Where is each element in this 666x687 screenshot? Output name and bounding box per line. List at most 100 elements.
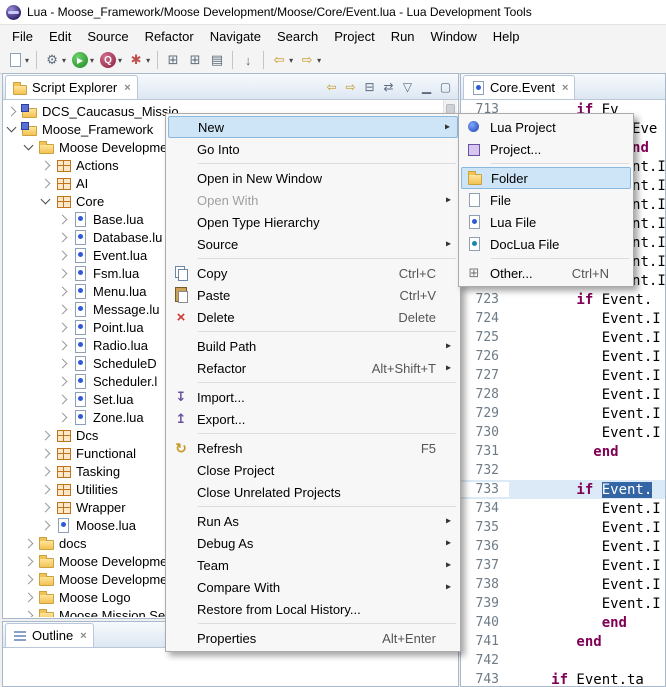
line-number[interactable]: 737 bbox=[461, 558, 509, 573]
expand-arrow-icon[interactable] bbox=[41, 160, 51, 170]
line-number[interactable]: 739 bbox=[461, 596, 509, 611]
line-number[interactable]: 730 bbox=[461, 425, 509, 440]
dropdown-arrow-icon[interactable]: ▾ bbox=[317, 56, 321, 65]
expand-arrow-icon[interactable] bbox=[58, 232, 68, 242]
back-button[interactable]: ⇦▾ bbox=[268, 49, 296, 71]
expand-arrow-icon[interactable] bbox=[58, 214, 68, 224]
expand-arrow-icon[interactable] bbox=[58, 268, 68, 278]
profile-button[interactable]: Q▾ bbox=[97, 49, 125, 71]
expand-arrow-icon[interactable] bbox=[41, 484, 51, 494]
context-menu-item-source[interactable]: Source▸ bbox=[168, 233, 458, 255]
context-menu-item-copy[interactable]: CopyCtrl+C bbox=[168, 262, 458, 284]
line-number[interactable]: 736 bbox=[461, 539, 509, 554]
mark-occurrences-button[interactable]: ▤ bbox=[206, 49, 228, 71]
back-button[interactable]: ⇦ bbox=[322, 78, 341, 96]
expand-arrow-icon[interactable] bbox=[24, 141, 34, 151]
context-menu-item-build-path[interactable]: Build Path▸ bbox=[168, 335, 458, 357]
expand-arrow-icon[interactable] bbox=[7, 106, 17, 116]
line-number[interactable]: 735 bbox=[461, 520, 509, 535]
open-resource-button[interactable]: ⊞ bbox=[184, 49, 206, 71]
expand-arrow-icon[interactable] bbox=[58, 376, 68, 386]
maximize-button[interactable]: ▢ bbox=[436, 78, 455, 96]
context-menu-item-compare-with[interactable]: Compare With▸ bbox=[168, 576, 458, 598]
expand-arrow-icon[interactable] bbox=[24, 556, 34, 566]
context-menu-item-restore-from-local-history[interactable]: Restore from Local History... bbox=[168, 598, 458, 620]
new-submenu-item-folder[interactable]: Folder bbox=[461, 167, 631, 189]
context-menu-item-export[interactable]: Export... bbox=[168, 408, 458, 430]
expand-arrow-icon[interactable] bbox=[41, 178, 51, 188]
line-number[interactable]: 738 bbox=[461, 577, 509, 592]
expand-arrow-icon[interactable] bbox=[58, 304, 68, 314]
line-number[interactable]: 740 bbox=[461, 615, 509, 630]
close-icon[interactable]: × bbox=[562, 82, 568, 94]
line-number[interactable]: 724 bbox=[461, 311, 509, 326]
expand-arrow-icon[interactable] bbox=[41, 466, 51, 476]
new-submenu-item-project[interactable]: Project... bbox=[461, 138, 631, 160]
context-menu-item-go-into[interactable]: Go Into bbox=[168, 138, 458, 160]
menu-search[interactable]: Search bbox=[269, 27, 326, 46]
minimize-button[interactable]: ▁ bbox=[417, 78, 436, 96]
line-number[interactable]: 733 bbox=[461, 482, 509, 497]
expand-arrow-icon[interactable] bbox=[7, 123, 17, 133]
menu-edit[interactable]: Edit bbox=[41, 27, 79, 46]
collapse-all-button[interactable]: ⊟ bbox=[360, 78, 379, 96]
link-with-editor-button[interactable]: ⇄ bbox=[379, 78, 398, 96]
context-menu-item-delete[interactable]: DeleteDelete bbox=[168, 306, 458, 328]
close-icon[interactable]: × bbox=[80, 630, 86, 642]
expand-arrow-icon[interactable] bbox=[58, 322, 68, 332]
title-bar[interactable]: Lua - Moose_Framework/Moose Development/… bbox=[0, 0, 666, 25]
close-icon[interactable]: × bbox=[124, 82, 130, 94]
menu-window[interactable]: Window bbox=[423, 27, 485, 46]
context-menu-item-refactor[interactable]: RefactorAlt+Shift+T▸ bbox=[168, 357, 458, 379]
expand-arrow-icon[interactable] bbox=[24, 592, 34, 602]
menu-navigate[interactable]: Navigate bbox=[202, 27, 269, 46]
context-menu-item-debug-as[interactable]: Debug As▸ bbox=[168, 532, 458, 554]
context-menu-item-open-in-new-window[interactable]: Open in New Window bbox=[168, 167, 458, 189]
expand-arrow-icon[interactable] bbox=[24, 538, 34, 548]
expand-arrow-icon[interactable] bbox=[41, 430, 51, 440]
dropdown-arrow-icon[interactable]: ▾ bbox=[289, 56, 293, 65]
menu-refactor[interactable]: Refactor bbox=[137, 27, 202, 46]
expand-arrow-icon[interactable] bbox=[41, 195, 51, 205]
expand-arrow-icon[interactable] bbox=[58, 412, 68, 422]
context-menu-item-team[interactable]: Team▸ bbox=[168, 554, 458, 576]
line-number[interactable]: 729 bbox=[461, 406, 509, 421]
menu-source[interactable]: Source bbox=[79, 27, 136, 46]
external-tools-button[interactable]: ✱▾ bbox=[125, 49, 153, 71]
line-number[interactable]: 728 bbox=[461, 387, 509, 402]
line-number[interactable]: 742 bbox=[461, 653, 509, 668]
line-number[interactable]: 731 bbox=[461, 444, 509, 459]
menu-file[interactable]: File bbox=[4, 27, 41, 46]
dropdown-arrow-icon[interactable]: ▾ bbox=[118, 56, 122, 65]
line-number[interactable]: 734 bbox=[461, 501, 509, 516]
tab-outline[interactable]: Outline × bbox=[5, 623, 94, 647]
dropdown-arrow-icon[interactable]: ▾ bbox=[25, 56, 29, 65]
expand-arrow-icon[interactable] bbox=[41, 520, 51, 530]
forward-button[interactable]: ⇨ bbox=[341, 78, 360, 96]
expand-arrow-icon[interactable] bbox=[24, 574, 34, 584]
next-annotation-button[interactable]: ↓ bbox=[237, 49, 259, 71]
expand-arrow-icon[interactable] bbox=[41, 502, 51, 512]
expand-arrow-icon[interactable] bbox=[58, 358, 68, 368]
new-submenu-item-doclua-file[interactable]: DocLua File bbox=[461, 233, 631, 255]
expand-arrow-icon[interactable] bbox=[58, 286, 68, 296]
new-submenu-item-other[interactable]: Other...Ctrl+N bbox=[461, 262, 631, 284]
new-wizard-button[interactable]: ▾ bbox=[4, 49, 32, 71]
view-menu-button[interactable]: ▽ bbox=[398, 78, 417, 96]
line-number[interactable]: 725 bbox=[461, 330, 509, 345]
menu-project[interactable]: Project bbox=[326, 27, 382, 46]
context-menu-item-properties[interactable]: PropertiesAlt+Enter bbox=[168, 627, 458, 649]
new-submenu-item-lua-project[interactable]: Lua Project bbox=[461, 116, 631, 138]
expand-arrow-icon[interactable] bbox=[24, 610, 34, 617]
dropdown-arrow-icon[interactable]: ▾ bbox=[146, 56, 150, 65]
line-number[interactable]: 726 bbox=[461, 349, 509, 364]
expand-arrow-icon[interactable] bbox=[58, 340, 68, 350]
menu-run[interactable]: Run bbox=[383, 27, 423, 46]
context-menu-item-close-project[interactable]: Close Project bbox=[168, 459, 458, 481]
launch-config-button[interactable]: ⚙▾ bbox=[41, 49, 69, 71]
line-number[interactable]: 732 bbox=[461, 463, 509, 478]
context-menu-item-open-type-hierarchy[interactable]: Open Type Hierarchy bbox=[168, 211, 458, 233]
line-number[interactable]: 741 bbox=[461, 634, 509, 649]
line-number[interactable]: 723 bbox=[461, 292, 509, 307]
context-menu-item-paste[interactable]: PasteCtrl+V bbox=[168, 284, 458, 306]
